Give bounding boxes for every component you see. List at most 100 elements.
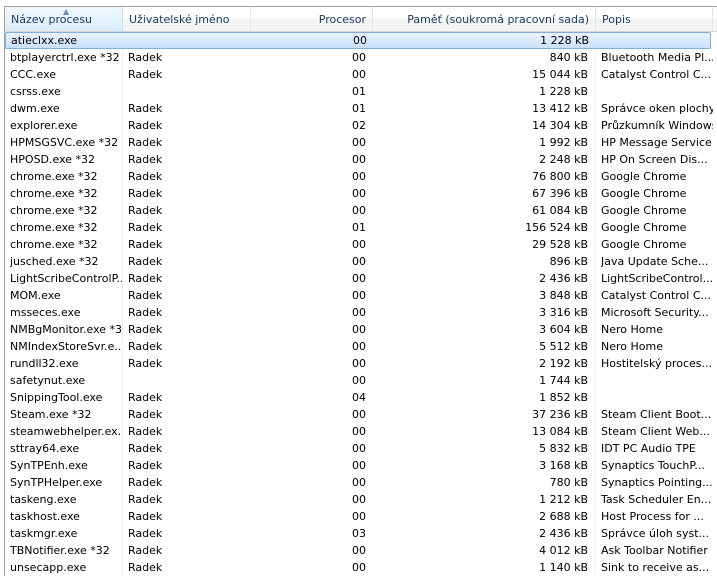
table-row[interactable]: NMBgMonitor.exe *32 Radek 00 3 604 kB Nero H… (5, 321, 717, 338)
description: Catalyst Control C... (601, 289, 712, 302)
user-name: Radek (128, 255, 163, 268)
user-name: Radek (128, 442, 163, 455)
column-header-cpu[interactable]: Procesor (251, 7, 373, 31)
process-name: steamwebhelper.ex... (10, 425, 122, 438)
column-label: Procesor (318, 13, 366, 26)
user-name: Radek (128, 357, 163, 370)
cpu: 00 (352, 204, 366, 217)
table-row[interactable]: msseces.exe Radek 00 3 316 kB Microsoft Secu… (5, 304, 717, 321)
user-name: Radek (128, 238, 163, 251)
memory: 2 248 kB (539, 153, 588, 166)
table-row[interactable]: TBNotifier.exe *32 Radek 00 4 012 kB Ask Too… (5, 542, 717, 559)
process-name: explorer.exe (10, 119, 78, 132)
column-header-name[interactable]: ▲ Název procesu (5, 7, 123, 31)
description: Nero Home (601, 323, 663, 336)
user-name: Radek (128, 68, 163, 81)
user-name: Radek (128, 544, 163, 557)
table-row[interactable]: chrome.exe *32 Radek 00 67 396 kB Google Chr… (5, 185, 717, 202)
table-row[interactable]: sttray64.exe Radek 00 5 832 kB IDT PC Audio … (5, 440, 717, 457)
process-name: chrome.exe *32 (10, 187, 98, 200)
cpu: 00 (352, 255, 366, 268)
description: Google Chrome (601, 170, 687, 183)
process-name: taskeng.exe (10, 493, 77, 506)
table-row[interactable]: chrome.exe *32 Radek 00 76 800 kB Google Chr… (5, 168, 717, 185)
table-row[interactable]: explorer.exe Radek 02 14 304 kB Průzkumník W… (5, 117, 717, 134)
table-row[interactable]: atieclxx.exe 00 1 228 kB (5, 32, 711, 49)
process-name: jusched.exe *32 (10, 255, 99, 268)
memory: 14 304 kB (532, 119, 588, 132)
column-header-user[interactable]: Uživatelské jméno (123, 7, 251, 31)
table-row[interactable]: taskhost.exe Radek 00 2 688 kB Host Process … (5, 508, 717, 525)
table-row[interactable]: jusched.exe *32 Radek 00 896 kB Java Update … (5, 253, 717, 270)
table-row[interactable]: NMIndexStoreSvr.e... Radek 00 5 512 kB Nero … (5, 338, 717, 355)
memory: 2 436 kB (539, 527, 588, 540)
table-row[interactable]: csrss.exe 01 1 228 kB (5, 83, 717, 100)
table-row[interactable]: HPOSD.exe *32 Radek 00 2 248 kB HP On Screen… (5, 151, 717, 168)
cpu: 00 (352, 187, 366, 200)
column-header-memory[interactable]: Paměť (soukromá pracovní sada) (373, 7, 596, 31)
cpu: 00 (352, 544, 366, 557)
table-row[interactable]: Steam.exe *32 Radek 00 37 236 kB Steam Clien… (5, 406, 717, 423)
memory: 15 044 kB (532, 68, 588, 81)
cpu: 00 (352, 170, 366, 183)
table-row[interactable]: btplayerctrl.exe *32 Radek 00 840 kB Bluetoo… (5, 49, 717, 66)
column-label: Název procesu (11, 13, 93, 26)
table-row[interactable]: chrome.exe *32 Radek 00 61 084 kB Google Chr… (5, 202, 717, 219)
table-row[interactable]: taskeng.exe Radek 00 1 212 kB Task Scheduler… (5, 491, 717, 508)
process-name: unsecapp.exe (10, 561, 87, 574)
memory: 67 396 kB (532, 187, 588, 200)
process-name: HPMSGSVC.exe *32 (10, 136, 119, 149)
process-name: chrome.exe *32 (10, 221, 98, 234)
cpu: 01 (352, 221, 366, 234)
table-row[interactable]: unsecapp.exe Radek 00 1 140 kB Sink to recei… (5, 559, 717, 576)
cpu: 01 (352, 102, 366, 115)
cpu: 00 (352, 442, 366, 455)
user-name: Radek (128, 170, 163, 183)
memory: 37 236 kB (532, 408, 588, 421)
memory: 29 528 kB (532, 238, 588, 251)
cpu: 00 (352, 374, 366, 387)
user-name: Radek (128, 527, 163, 540)
description: Nero Home (601, 340, 663, 353)
table-row[interactable]: CCC.exe Radek 00 15 044 kB Catalyst Control … (5, 66, 717, 83)
column-label: Paměť (soukromá pracovní sada) (407, 13, 589, 26)
process-name: chrome.exe *32 (10, 238, 98, 251)
cpu: 00 (352, 408, 366, 421)
description: Microsoft Security... (601, 306, 709, 319)
cpu: 00 (352, 476, 366, 489)
table-row[interactable]: SynTPEnh.exe Radek 00 3 168 kB Synaptics Tou… (5, 457, 717, 474)
column-label: Uživatelské jméno (129, 13, 230, 26)
table-row[interactable]: chrome.exe *32 Radek 01 156 524 kB Google Ch… (5, 219, 717, 236)
table-row[interactable]: HPMSGSVC.exe *32 Radek 00 1 992 kB HP Messag… (5, 134, 717, 151)
table-row[interactable]: taskmgr.exe Radek 03 2 436 kB Správce úloh s… (5, 525, 717, 542)
memory: 2 436 kB (539, 272, 588, 285)
column-header-description[interactable]: Popis (596, 7, 713, 31)
user-name: Radek (128, 408, 163, 421)
process-rows: atieclxx.exe 00 1 228 kB btplayerctrl.exe *… (5, 32, 717, 576)
table-row[interactable]: rundll32.exe Radek 00 2 192 kB Hostitelský p… (5, 355, 717, 372)
cpu: 00 (352, 510, 366, 523)
cpu: 00 (352, 272, 366, 285)
table-row[interactable]: dwm.exe Radek 01 13 412 kB Správce oken ploc… (5, 100, 717, 117)
table-row[interactable]: MOM.exe Radek 00 3 848 kB Catalyst Control C… (5, 287, 717, 304)
memory: 3 168 kB (539, 459, 588, 472)
memory: 2 192 kB (539, 357, 588, 370)
table-row[interactable]: chrome.exe *32 Radek 00 29 528 kB Google Chr… (5, 236, 717, 253)
process-name: csrss.exe (10, 85, 61, 98)
cpu: 04 (352, 391, 366, 404)
cpu: 00 (352, 68, 366, 81)
process-name: chrome.exe *32 (10, 204, 98, 217)
table-row[interactable]: steamwebhelper.ex... Radek 00 13 084 kB Stea… (5, 423, 717, 440)
table-row[interactable]: SnippingTool.exe Radek 04 1 852 kB (5, 389, 717, 406)
cpu: 03 (352, 527, 366, 540)
table-row[interactable]: safetynut.exe 00 1 744 kB (5, 372, 717, 389)
process-name: MOM.exe (10, 289, 61, 302)
description: Synaptics Pointing... (601, 476, 713, 489)
user-name: Radek (128, 289, 163, 302)
table-row[interactable]: SynTPHelper.exe Radek 00 780 kB Synaptics Po… (5, 474, 717, 491)
process-name: SnippingTool.exe (10, 391, 103, 404)
cpu: 00 (352, 136, 366, 149)
description: Steam Client Web... (601, 425, 710, 438)
process-name: NMBgMonitor.exe *32 (10, 323, 122, 336)
table-row[interactable]: LightScribeControlP... Radek 00 2 436 kB Lig… (5, 270, 717, 287)
